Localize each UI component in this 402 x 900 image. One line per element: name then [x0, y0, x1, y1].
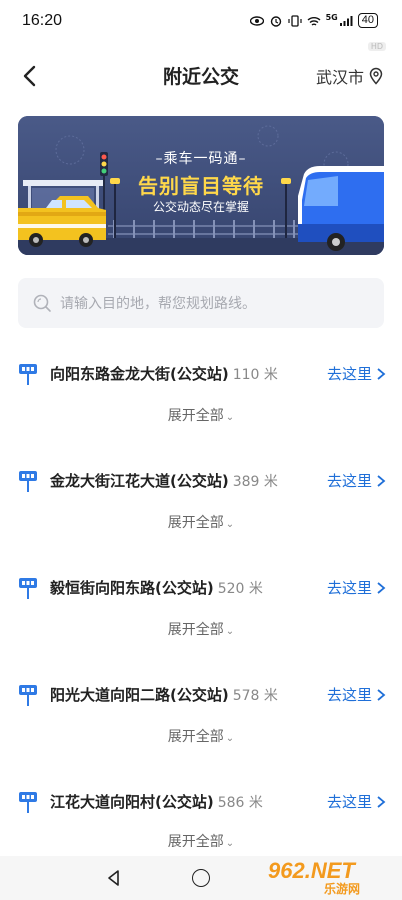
go-here-label: 去这里 [326, 472, 372, 490]
city-selector[interactable]: 武汉市 [316, 64, 384, 88]
stop-distance: 389 米 [232, 474, 278, 490]
go-here-label: 去这里 [326, 793, 372, 811]
bus-stop-icon [19, 685, 37, 706]
expand-label: 展开全部 [167, 834, 224, 847]
chevron-down-icon: ⌄ [225, 838, 235, 847]
stop-distance: 520 米 [217, 581, 263, 597]
stop-distance: 578 米 [232, 688, 278, 704]
go-here-button[interactable]: 去这里 [327, 470, 386, 491]
go-here-label: 去这里 [326, 579, 372, 597]
network-type: 5G [325, 13, 338, 22]
stop-name[interactable]: 阳光大道向阳二路(公交站) [50, 686, 229, 704]
expand-all-button[interactable]: 展开全部 ⌄ [0, 726, 402, 746]
stop-distance: 586 米 [217, 795, 263, 811]
location-pin-icon [369, 67, 383, 85]
chevron-down-icon: ⌄ [225, 626, 235, 637]
chevron-right-icon [377, 688, 386, 701]
banner-line3: 公交动态尽在掌握 [152, 200, 249, 214]
wifi-icon [307, 16, 321, 26]
city-label: 武汉市 [315, 68, 364, 87]
go-here-label: 去这里 [326, 686, 372, 704]
list-item: 向阳东路金龙大街(公交站) 110 米 去这里 展开全部 ⌄ [0, 357, 402, 464]
chevron-right-icon [377, 581, 386, 594]
chevron-right-icon [377, 795, 386, 808]
signal-icon [339, 15, 353, 26]
promo-banner[interactable]: –乘车一码通– 告别盲目等待 公交动态尽在掌握 [18, 116, 384, 255]
hd-badge: HD [367, 42, 386, 51]
chevron-down-icon: ⌄ [225, 412, 235, 423]
banner-line1: –乘车一码通– [155, 151, 247, 167]
list-item: 毅恒街向阳东路(公交站) 520 米 去这里 展开全部 ⌄ [0, 571, 402, 678]
bus-stop-icon [19, 471, 37, 492]
eye-icon [249, 15, 264, 26]
chevron-down-icon: ⌄ [225, 733, 235, 744]
status-time: 16:20 [22, 12, 63, 29]
watermark-subtext: 乐游网 [324, 882, 361, 896]
bus-stop-icon [19, 792, 37, 813]
list-item: 阳光大道向阳二路(公交站) 578 米 去这里 展开全部 ⌄ [0, 678, 402, 785]
alarm-icon [270, 15, 281, 27]
list-item: 金龙大街江花大道(公交站) 389 米 去这里 展开全部 ⌄ [0, 464, 402, 571]
go-here-button[interactable]: 去这里 [327, 791, 386, 812]
battery-indicator: 40 [357, 13, 378, 28]
status-icons: 5G 40 [249, 13, 378, 28]
go-here-label: 去这里 [326, 365, 372, 383]
go-here-button[interactable]: 去这里 [327, 684, 386, 705]
banner-headline: 告别盲目等待 [138, 174, 264, 198]
search-input[interactable]: 请输入目的地，帮您规划路线。 [18, 278, 384, 328]
search-placeholder: 请输入目的地，帮您规划路线。 [60, 296, 256, 312]
watermark-logo: 962.NET 乐游网 [258, 856, 398, 900]
stop-name[interactable]: 江花大道向阳村(公交站) [50, 793, 214, 811]
expand-label: 展开全部 [167, 408, 224, 424]
status-bar: 16:20 5G 40 HD [0, 0, 402, 51]
expand-all-button[interactable]: 展开全部 ⌄ [0, 619, 402, 639]
nav-back-icon[interactable] [105, 869, 123, 887]
expand-label: 展开全部 [167, 729, 224, 745]
stop-distance: 110 米 [232, 367, 278, 383]
search-icon [33, 294, 51, 312]
stop-name[interactable]: 金龙大街江花大道(公交站) [50, 472, 229, 490]
expand-label: 展开全部 [167, 515, 224, 531]
expand-label: 展开全部 [167, 622, 224, 638]
expand-all-button[interactable]: 展开全部 ⌄ [0, 405, 402, 425]
bus-stop-icon [19, 578, 37, 599]
stop-name[interactable]: 向阳东路金龙大街(公交站) [50, 365, 229, 383]
nav-home-icon[interactable] [192, 869, 210, 887]
bus-stop-icon [19, 364, 37, 385]
go-here-button[interactable]: 去这里 [327, 577, 386, 598]
vibrate-icon [288, 14, 302, 27]
go-here-button[interactable]: 去这里 [327, 363, 386, 384]
expand-all-button[interactable]: 展开全部 ⌄ [0, 512, 402, 532]
chevron-right-icon [377, 367, 386, 380]
expand-all-button[interactable]: 展开全部 ⌄ [0, 831, 402, 847]
stop-name[interactable]: 毅恒街向阳东路(公交站) [50, 579, 214, 597]
chevron-down-icon: ⌄ [225, 519, 235, 530]
header: 附近公交 武汉市 [0, 52, 402, 98]
chevron-right-icon [377, 474, 386, 487]
